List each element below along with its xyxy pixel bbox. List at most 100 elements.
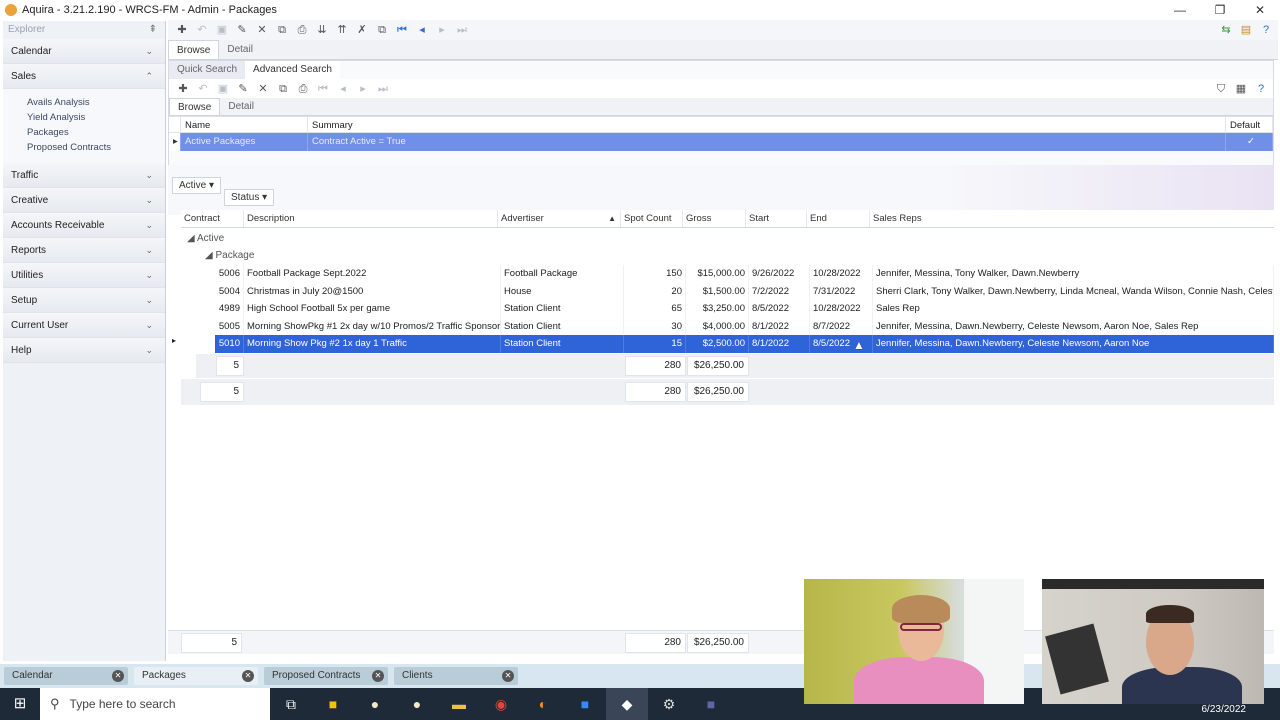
doc-tab-calendar[interactable]: Calendar ✕: [4, 667, 128, 685]
help-icon[interactable]: ?: [1251, 80, 1271, 98]
first-record-icon[interactable]: ⏮: [313, 80, 333, 98]
group-chip-active[interactable]: Active ▾: [172, 177, 222, 194]
app-icon[interactable]: ●: [396, 688, 438, 720]
default-checkbox[interactable]: ✓: [1226, 133, 1273, 151]
pin-icon[interactable]: ⇞: [149, 21, 157, 39]
delete-icon[interactable]: ✕: [252, 21, 272, 39]
table-row[interactable]: 4989 High School Football 5x per game St…: [215, 300, 1274, 318]
tab-detail[interactable]: Detail: [219, 40, 261, 59]
teams-icon[interactable]: ■: [690, 688, 732, 720]
group-row-active[interactable]: ◢ Active: [187, 230, 224, 247]
last-record-icon[interactable]: ⏭: [373, 80, 393, 98]
export-icon[interactable]: ▤: [1236, 21, 1256, 39]
column-advertiser[interactable]: Advertiser ▲: [498, 210, 621, 227]
copy-icon[interactable]: ⧉: [272, 21, 292, 39]
column-default[interactable]: Default: [1226, 117, 1273, 132]
nav-group-sales[interactable]: Sales ⌃: [3, 64, 165, 89]
tab-detail[interactable]: Detail: [220, 98, 262, 115]
prev-record-icon[interactable]: ◂: [412, 21, 432, 39]
tab-browse[interactable]: Browse: [169, 98, 221, 115]
sort-desc-icon[interactable]: ⇊: [312, 21, 332, 39]
delete-icon[interactable]: ✕: [253, 80, 273, 98]
next-record-icon[interactable]: ▸: [353, 80, 373, 98]
group-chip-status[interactable]: Status ▾: [224, 189, 275, 206]
doc-tab-proposed-contracts[interactable]: Proposed Contracts ✕: [264, 667, 388, 685]
nav-group-utilities[interactable]: Utilities ⌄: [3, 263, 165, 288]
column-gross[interactable]: Gross: [683, 210, 746, 227]
nav-item-proposed-contracts[interactable]: Proposed Contracts: [27, 140, 165, 155]
sticky-notes-icon[interactable]: ■: [312, 688, 354, 720]
first-record-icon[interactable]: ⏮: [392, 21, 412, 39]
undo-icon[interactable]: ↶: [193, 80, 213, 98]
copy-icon[interactable]: ⧉: [273, 80, 293, 98]
nav-group-creative[interactable]: Creative ⌄: [3, 188, 165, 213]
nav-group-accounts-receivable[interactable]: Accounts Receivable ⌄: [3, 213, 165, 238]
clear-sort-icon[interactable]: ✗: [352, 21, 372, 39]
doc-tab-clients[interactable]: Clients ✕: [394, 667, 518, 685]
prev-record-icon[interactable]: ◂: [333, 80, 353, 98]
refresh-icon[interactable]: ⇆: [1216, 21, 1236, 39]
edit-icon[interactable]: ✎: [232, 21, 252, 39]
maximize-button[interactable]: ❐: [1200, 0, 1240, 20]
column-contract[interactable]: Contract: [181, 210, 244, 227]
close-icon[interactable]: ✕: [112, 670, 124, 682]
print-icon[interactable]: ⎙: [292, 21, 312, 39]
app-icon[interactable]: ●: [354, 688, 396, 720]
table-row[interactable]: 5005 Morning ShowPkg #1 2x day w/10 Prom…: [215, 317, 1274, 335]
tab-advanced-search[interactable]: Advanced Search: [245, 61, 340, 79]
column-name[interactable]: Name: [181, 117, 308, 132]
close-icon[interactable]: ✕: [242, 670, 254, 682]
minimize-button[interactable]: —: [1160, 0, 1200, 20]
sort-asc-icon[interactable]: ⇈: [332, 21, 352, 39]
help-icon[interactable]: ?: [1256, 21, 1276, 39]
column-spot-count[interactable]: Spot Count: [621, 210, 683, 227]
copy-row-icon[interactable]: ⧉: [372, 21, 392, 39]
close-icon[interactable]: ✕: [502, 670, 514, 682]
row-indicator-header: [169, 117, 181, 132]
edit-icon[interactable]: ✎: [233, 80, 253, 98]
column-sales-reps[interactable]: Sales Reps: [870, 210, 1272, 227]
save-icon[interactable]: ▣: [213, 80, 233, 98]
doc-tab-packages[interactable]: Packages ✕: [134, 667, 258, 685]
print-icon[interactable]: ⎙: [293, 80, 313, 98]
windows-start-icon[interactable]: ⊞: [0, 688, 40, 720]
nav-item-packages[interactable]: Packages: [27, 125, 165, 140]
last-record-icon[interactable]: ⏭: [452, 21, 472, 39]
table-row[interactable]: 5006 Football Package Sept.2022 Football…: [215, 265, 1274, 283]
table-row-selected[interactable]: 5010 Morning Show Pkg #2 1x day 1 Traffi…: [215, 335, 1274, 353]
firefox-icon[interactable]: ◐: [522, 688, 564, 720]
nav-group-setup[interactable]: Setup ⌄: [3, 288, 165, 313]
zoom-icon[interactable]: ■: [564, 688, 606, 720]
save-icon[interactable]: ▣: [212, 21, 232, 39]
column-description[interactable]: Description: [244, 210, 498, 227]
taskbar-search[interactable]: ⚲ Type here to search: [40, 688, 270, 720]
group-row-package[interactable]: ◢ Package: [205, 247, 254, 264]
layout-icon[interactable]: ▦: [1231, 80, 1251, 98]
nav-group-traffic[interactable]: Traffic ⌄: [3, 163, 165, 188]
chrome-icon[interactable]: ◉: [480, 688, 522, 720]
nav-item-avails-analysis[interactable]: Avails Analysis: [27, 95, 165, 110]
aquira-taskbar-icon[interactable]: ◆: [606, 688, 648, 720]
close-button[interactable]: ✕: [1240, 0, 1280, 20]
tab-quick-search[interactable]: Quick Search: [169, 61, 246, 79]
tab-browse[interactable]: Browse: [168, 40, 220, 59]
column-end[interactable]: End: [807, 210, 870, 227]
column-start[interactable]: Start: [746, 210, 807, 227]
nav-group-current-user[interactable]: Current User ⌄: [3, 313, 165, 338]
column-summary[interactable]: Summary: [308, 117, 1226, 132]
search-row-selected[interactable]: ▸ Active Packages Contract Active = True…: [169, 133, 1273, 151]
close-icon[interactable]: ✕: [372, 670, 384, 682]
next-record-icon[interactable]: ▸: [432, 21, 452, 39]
nav-group-help[interactable]: Help ⌄: [3, 338, 165, 363]
filter-icon[interactable]: ⛉: [1211, 80, 1231, 98]
task-view-icon[interactable]: ⧉: [270, 688, 312, 720]
undo-icon[interactable]: ↶: [192, 21, 212, 39]
file-explorer-icon[interactable]: ▬: [438, 688, 480, 720]
settings-icon[interactable]: ⚙: [648, 688, 690, 720]
table-row[interactable]: 5004 Christmas in July 20@1500 House 20 …: [215, 282, 1274, 300]
nav-group-reports[interactable]: Reports ⌄: [3, 238, 165, 263]
nav-group-calendar[interactable]: Calendar ⌄: [3, 39, 165, 64]
new-search-icon[interactable]: ✚: [173, 80, 193, 98]
new-record-icon[interactable]: ✚: [172, 21, 192, 39]
nav-item-yield-analysis[interactable]: Yield Analysis: [27, 110, 165, 125]
